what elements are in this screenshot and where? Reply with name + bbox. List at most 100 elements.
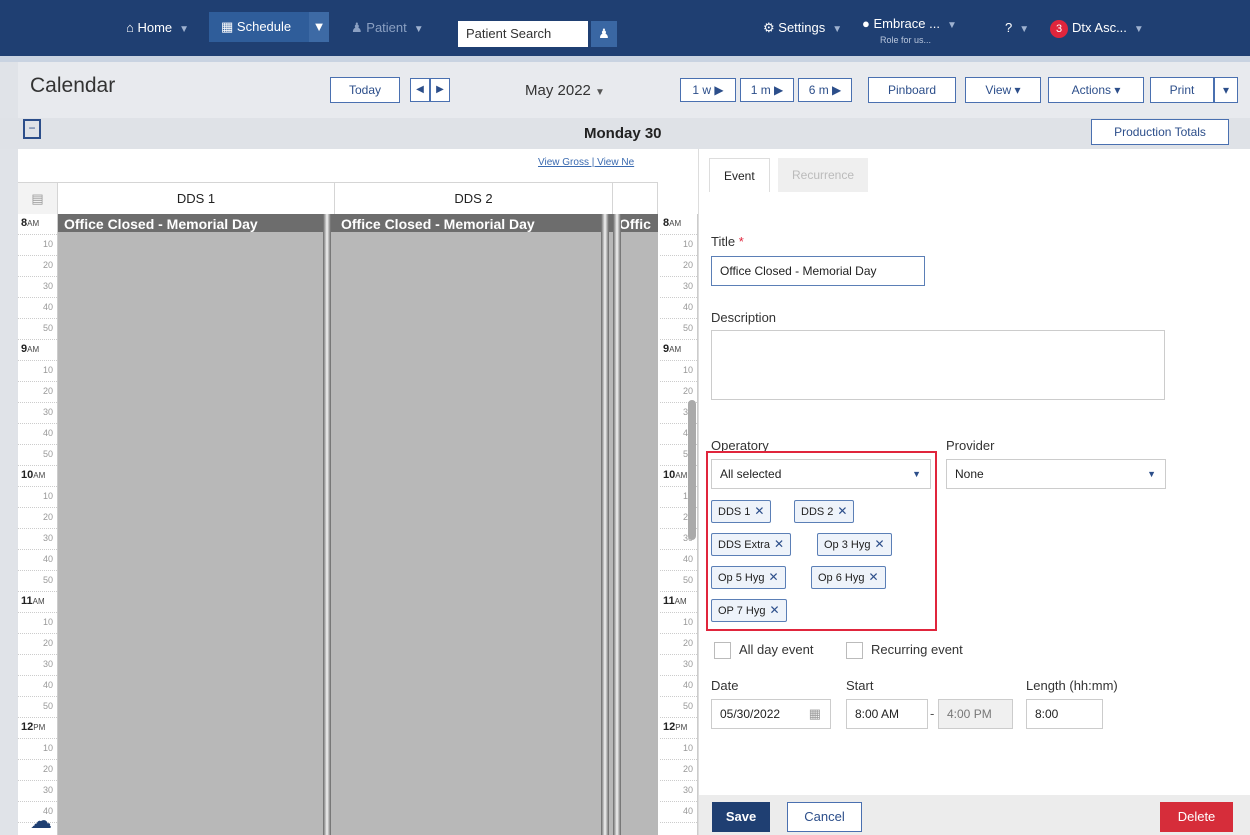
nav-location[interactable]: ● Embrace ... ▼ Role for us... — [862, 12, 957, 45]
today-button[interactable]: Today — [330, 77, 400, 103]
time-label-hour: 11AM — [18, 592, 57, 613]
cancel-button[interactable]: Cancel — [787, 802, 862, 832]
cloud-sync-icon[interactable]: ☁ — [30, 808, 52, 834]
hour-number: 12 — [21, 721, 34, 733]
length-input[interactable]: 8:00 — [1026, 699, 1103, 729]
recurring-label: Recurring event — [871, 642, 963, 657]
time-label-minute: 50 — [18, 445, 57, 466]
hour-suffix: PM — [33, 723, 46, 732]
nav-patient[interactable]: ♟ Patient ▼ — [351, 16, 424, 40]
view-label: View — [985, 83, 1012, 97]
save-button[interactable]: Save — [712, 802, 770, 832]
event-block-dds2[interactable]: Office Closed - Memorial Day — [335, 214, 613, 835]
time-label-minute: 50 — [660, 697, 697, 718]
print-dropdown-toggle[interactable]: ▾ — [1214, 77, 1238, 103]
range-6m-button[interactable]: 6 m ▶ — [798, 78, 852, 102]
hour-suffix: AM — [27, 345, 40, 354]
hour-suffix: AM — [674, 597, 687, 606]
title-label-text: Title — [711, 234, 736, 249]
nav-user-label: Dtx Asc... — [1072, 20, 1127, 35]
time-label-minute: 30 — [18, 781, 57, 802]
time-label-minute: 10 — [18, 487, 57, 508]
column-header-dds1: DDS 1 — [58, 182, 335, 214]
time-label-minute: 50 — [660, 319, 697, 340]
tab-event[interactable]: Event — [709, 158, 770, 192]
zoom-out-icon[interactable]: − — [23, 119, 41, 139]
view-gross-net-links[interactable]: View Gross | View Ne — [538, 157, 634, 168]
month-selector[interactable]: May 2022 ▼ — [525, 82, 605, 99]
prev-button[interactable]: ◀ — [410, 78, 430, 102]
event-block-dds1[interactable]: Office Closed - Memorial Day — [58, 214, 335, 835]
all-day-checkbox[interactable] — [714, 642, 731, 659]
hour-suffix: AM — [33, 471, 46, 480]
time-separator: - — [930, 706, 935, 721]
time-label-minute: 50 — [660, 571, 697, 592]
time-label-minute: 40 — [660, 550, 697, 571]
nav-schedule-label: Schedule — [236, 19, 292, 34]
calendar-picker-icon[interactable]: ▦ — [809, 700, 821, 728]
hour-suffix: AM — [32, 597, 45, 606]
range-6m-label: 6 m — [808, 83, 829, 97]
length-label: Length (hh:mm) — [1026, 678, 1118, 693]
left-collapse-strip[interactable] — [0, 62, 18, 835]
event-block-dds-extra[interactable]: Offic — [613, 214, 658, 835]
hour-number: 11 — [21, 595, 33, 607]
time-label-minute: 20 — [660, 256, 697, 277]
time-label-minute: 20 — [18, 382, 57, 403]
provider-select[interactable]: None ▼ — [946, 459, 1166, 489]
time-column-left: 8AM 10 20 30 40 50 9AM 10 20 30 40 50 10AM 10 20 30 40 50… — [18, 214, 58, 835]
delete-button[interactable]: Delete — [1160, 802, 1233, 832]
actions-button[interactable]: Actions ▾ — [1048, 77, 1144, 103]
required-marker: * — [738, 234, 744, 249]
view-button[interactable]: View ▾ — [965, 77, 1041, 103]
hour-suffix: PM — [675, 723, 688, 732]
tab-recurrence[interactable]: Recurrence — [778, 158, 869, 192]
event-label-clipped: Offic — [619, 216, 651, 232]
time-label-minute: 10 — [18, 613, 57, 634]
range-1w-label: 1 w — [692, 83, 712, 97]
description-textarea[interactable] — [711, 330, 1165, 400]
title-input[interactable]: Office Closed - Memorial Day — [711, 256, 925, 286]
time-label-minute: 30 — [18, 529, 57, 550]
chevron-left-icon: ◀ — [416, 84, 424, 95]
time-label-minute: 20 — [18, 760, 57, 781]
patient-search-button[interactable]: ♟ — [591, 21, 617, 47]
time-label-hour: 11AM — [660, 592, 697, 613]
calendar-scrollbar[interactable] — [688, 400, 696, 540]
nav-home[interactable]: ⌂ Home ▼ — [126, 16, 189, 40]
start-time-input[interactable]: 8:00 AM — [846, 699, 928, 729]
next-button[interactable]: ▶ — [430, 78, 450, 102]
event-resize-handle[interactable] — [613, 214, 621, 835]
time-label-hour: 10AM — [18, 466, 57, 487]
time-label-minute: 10 — [660, 739, 697, 760]
patient-search-input[interactable]: Patient Search — [458, 21, 588, 47]
provider-label: Provider — [946, 438, 995, 453]
pinboard-button[interactable]: Pinboard — [868, 77, 956, 103]
time-label-minute: 30 — [18, 655, 57, 676]
range-1w-button[interactable]: 1 w ▶ — [680, 78, 736, 102]
date-input[interactable]: 05/30/2022 ▦ — [711, 699, 831, 729]
event-resize-handle[interactable] — [601, 214, 609, 835]
recurring-checkbox[interactable] — [846, 642, 863, 659]
nav-user[interactable]: 3 Dtx Asc... ▼ — [1050, 16, 1144, 40]
event-resize-handle[interactable] — [323, 214, 331, 835]
range-1m-button[interactable]: 1 m ▶ — [740, 78, 794, 102]
production-totals-button[interactable]: Production Totals — [1091, 119, 1229, 145]
time-label-minute: 40 — [660, 802, 697, 823]
time-label-minute: 40 — [18, 298, 57, 319]
nav-schedule[interactable]: ▦ Schedule ▼ — [209, 12, 329, 42]
notes-icon[interactable]: ▤ — [18, 182, 58, 214]
time-label-minute: 40 — [660, 676, 697, 697]
nav-help[interactable]: ? ▼ — [1005, 16, 1029, 40]
print-button[interactable]: Print — [1150, 77, 1214, 103]
time-label-minute: 40 — [18, 550, 57, 571]
time-label-minute: 10 — [660, 235, 697, 256]
hour-suffix: AM — [27, 219, 40, 228]
range-1m-label: 1 m — [750, 83, 771, 97]
schedule-dropdown-toggle[interactable]: ▼ — [309, 12, 329, 42]
provider-select-value: None — [955, 467, 984, 481]
time-label-minute: 40 — [18, 676, 57, 697]
nav-settings[interactable]: ⚙ Settings ▼ — [763, 16, 842, 40]
day-title: Monday 30 — [584, 125, 662, 142]
home-icon: ⌂ — [126, 20, 134, 35]
